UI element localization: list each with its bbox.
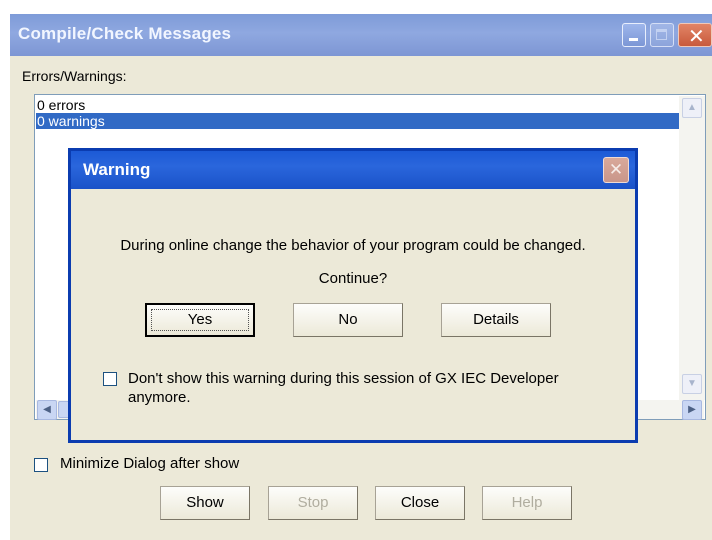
close-button[interactable]: Close [375,486,465,520]
dont-show-warning-checkbox[interactable] [103,372,117,386]
window-titlebar[interactable]: Compile/Check Messages ✕ [10,14,712,56]
chevron-down-icon[interactable]: ▼ [682,374,702,394]
vertical-scrollbar[interactable]: ▲ ▼ [679,96,705,400]
maximize-icon [650,23,674,47]
show-button[interactable]: Show [160,486,250,520]
help-button: Help [482,486,572,520]
minimize-dialog-label: Minimize Dialog after show [60,455,240,472]
list-item-selected[interactable]: 0 warnings [36,113,680,129]
yes-button[interactable]: Yes [145,303,255,337]
dont-show-warning-label: Don't show this warning during this sess… [128,370,559,406]
chevron-right-icon[interactable]: ▶ [682,400,702,420]
no-button[interactable]: No [293,303,403,337]
minimize-icon[interactable] [622,23,646,47]
dialog-titlebar[interactable]: Warning ✕ [71,151,635,189]
errors-warnings-label: Errors/Warnings: [22,68,127,84]
details-button[interactable]: Details [441,303,551,337]
window-title: Compile/Check Messages [18,24,232,43]
warning-question: Continue? [318,270,388,287]
chevron-up-icon[interactable]: ▲ [682,98,702,118]
chevron-left-icon[interactable]: ◀ [37,400,57,420]
focus-ring [151,309,249,331]
dialog-title: Warning [83,160,151,179]
close-icon: ✕ [603,157,629,183]
warning-dialog: Warning ✕ During online change the behav… [68,148,638,443]
stop-button: Stop [268,486,358,520]
list-item[interactable]: 0 errors [36,97,680,113]
minimize-dialog-checkbox[interactable] [34,458,48,472]
close-icon[interactable]: ✕ [678,23,712,48]
warning-message: During online change the behavior of you… [120,237,586,254]
